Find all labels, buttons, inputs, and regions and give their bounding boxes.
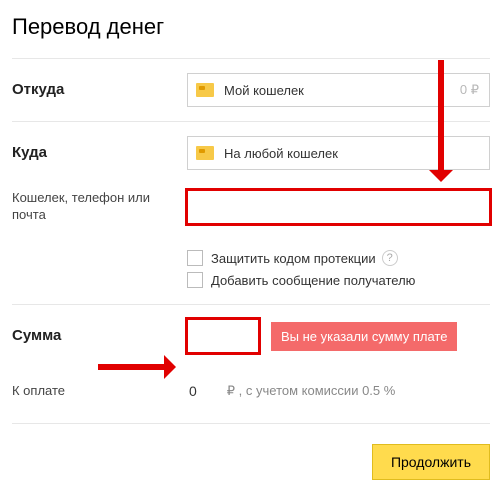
- from-wallet-select[interactable]: Мой кошелек 0 ₽: [187, 73, 490, 107]
- protection-checkbox[interactable]: [187, 250, 203, 266]
- pay-label: К оплате: [12, 383, 187, 400]
- continue-button[interactable]: Продолжить: [372, 444, 490, 480]
- sum-input[interactable]: [187, 319, 259, 353]
- annotation-arrow-right: [98, 364, 170, 370]
- to-label: Куда: [12, 143, 187, 163]
- from-wallet-balance: 0 ₽: [460, 82, 479, 98]
- annotation-arrow-down: [438, 60, 444, 176]
- recipient-label: Кошелек, телефон или почта: [12, 190, 187, 224]
- recipient-input[interactable]: [187, 190, 490, 224]
- to-wallet-value: На любой кошелек: [224, 146, 338, 161]
- wallet-icon: [196, 146, 214, 160]
- protection-label: Защитить кодом протекции: [211, 251, 376, 266]
- message-checkbox[interactable]: [187, 272, 203, 288]
- sum-error-tooltip: Вы не указали сумму плате: [271, 322, 457, 351]
- fee-note: ₽ , с учетом комиссии 0.5 %: [227, 383, 396, 399]
- sum-label: Сумма: [12, 326, 187, 346]
- pay-value: 0: [187, 383, 197, 399]
- wallet-icon: [196, 83, 214, 97]
- help-icon[interactable]: ?: [382, 250, 398, 266]
- from-label: Откуда: [12, 80, 187, 100]
- to-wallet-select[interactable]: На любой кошелек: [187, 136, 490, 170]
- from-wallet-value: Мой кошелек: [224, 83, 304, 98]
- message-label: Добавить сообщение получателю: [211, 273, 415, 288]
- page-title: Перевод денег: [12, 14, 490, 40]
